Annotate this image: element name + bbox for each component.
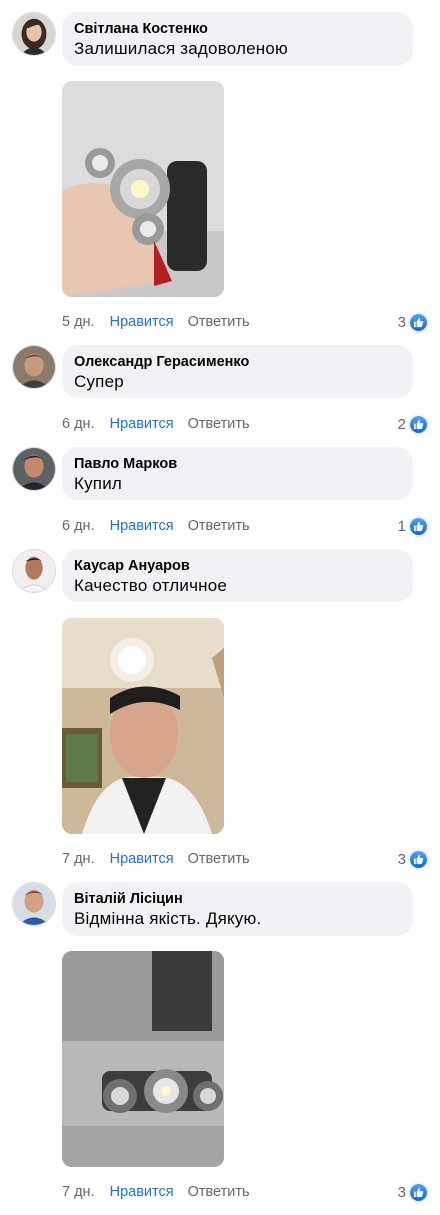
comment-text: Супер (74, 372, 124, 391)
avatar[interactable] (12, 12, 56, 56)
thumbs-up-icon (409, 516, 428, 536)
reply-link[interactable]: Ответить (188, 414, 250, 434)
thumbs-up-icon (409, 1182, 428, 1202)
reaction-summary[interactable]: 2 (398, 414, 428, 434)
comment-bubble: Олександр Герасименко Супер (62, 345, 413, 398)
like-link[interactable]: Нравится (110, 414, 174, 434)
comment-text: Купил (74, 474, 123, 493)
comment-actions: 6 дн. Нравится Ответить (62, 516, 250, 536)
avatar[interactable] (12, 549, 56, 593)
comment-bubble: Віталій Лісіцин Відмінна якість. Дякую. (62, 882, 413, 936)
comment-bubble: Світлана Костенко Залишилася задоволеною (62, 12, 413, 66)
avatar[interactable] (12, 882, 56, 926)
comment-time[interactable]: 6 дн. (62, 516, 95, 536)
comment-time[interactable]: 7 дн. (62, 849, 95, 869)
reaction-count: 3 (397, 850, 406, 868)
reply-link[interactable]: Ответить (188, 516, 250, 536)
avatar[interactable] (12, 447, 56, 491)
comment-author[interactable]: Павло Марков (74, 455, 401, 473)
avatar-man-icon (13, 883, 55, 925)
avatar-man-icon (13, 550, 55, 592)
like-link[interactable]: Нравится (110, 849, 174, 869)
reaction-count: 3 (397, 1183, 406, 1201)
reaction-count: 3 (397, 313, 406, 331)
reaction-summary[interactable]: 3 (398, 312, 428, 332)
comment-text: Відмінна якість. Дякую. (74, 909, 262, 928)
comment-author[interactable]: Каусар Ануаров (74, 557, 401, 575)
reply-link[interactable]: Ответить (188, 849, 250, 869)
comment-photo[interactable] (62, 81, 224, 297)
thumbs-up-icon (409, 312, 428, 332)
reaction-summary[interactable]: 1 (398, 516, 428, 536)
comment-bubble: Каусар Ануаров Качество отличное (62, 549, 413, 602)
reply-link[interactable]: Ответить (188, 312, 250, 332)
comment-text: Залишилася задоволеною (74, 39, 288, 58)
like-link[interactable]: Нравится (110, 312, 174, 332)
comment-actions: 7 дн. Нравится Ответить (62, 849, 250, 869)
reaction-summary[interactable]: 3 (398, 1182, 428, 1202)
comment-time[interactable]: 6 дн. (62, 414, 95, 434)
comment-photo[interactable] (62, 951, 224, 1167)
avatar-woman-icon (13, 13, 55, 55)
comment-actions: 7 дн. Нравится Ответить (62, 1182, 250, 1202)
comment-time[interactable]: 5 дн. (62, 312, 95, 332)
comment-author[interactable]: Олександр Герасименко (74, 353, 401, 371)
comment-author[interactable]: Світлана Костенко (74, 20, 401, 38)
headlamp-in-hand-image (62, 81, 224, 297)
comment-author[interactable]: Віталій Лісіцин (74, 890, 401, 908)
like-link[interactable]: Нравится (110, 1182, 174, 1202)
comment-time[interactable]: 7 дн. (62, 1182, 95, 1202)
comment-actions: 6 дн. Нравится Ответить (62, 414, 250, 434)
comment-bubble: Павло Марков Купил (62, 447, 413, 500)
reaction-count: 1 (397, 517, 406, 535)
avatar-man-icon (13, 448, 55, 490)
selfie-with-headlamp-image (62, 618, 224, 834)
thumbs-up-icon (409, 849, 428, 869)
comment-photo[interactable] (62, 618, 224, 834)
comment-text: Качество отличное (74, 576, 228, 595)
reaction-count: 2 (397, 415, 406, 433)
avatar[interactable] (12, 345, 56, 389)
reaction-summary[interactable]: 3 (398, 849, 428, 869)
reply-link[interactable]: Ответить (188, 1182, 250, 1202)
comment-actions: 5 дн. Нравится Ответить (62, 312, 250, 332)
headlamp-closeup-image (62, 951, 224, 1167)
avatar-man-icon (13, 346, 55, 388)
thumbs-up-icon (409, 414, 428, 434)
like-link[interactable]: Нравится (110, 516, 174, 536)
